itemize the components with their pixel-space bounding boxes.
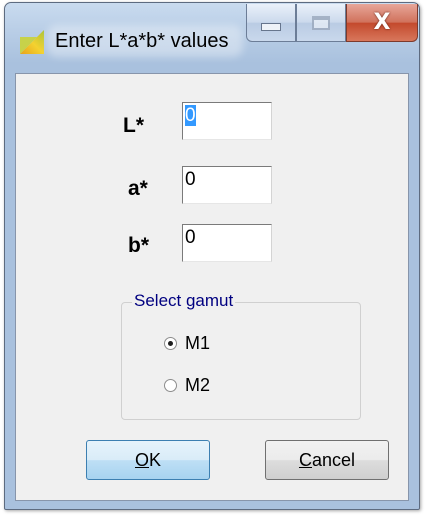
gamut-option-m2[interactable]: M2 [164, 375, 210, 396]
ok-button[interactable]: OK [86, 440, 210, 480]
window-title: Enter L*a*b* values [55, 30, 229, 52]
gamut-option-m1-label: M1 [185, 333, 211, 353]
gamut-group-title: Select gamut [132, 291, 236, 311]
b-star-label: b* [128, 234, 149, 257]
maximize-button[interactable] [296, 4, 346, 42]
gamut-groupbox: Select gamut M1 M2 [121, 291, 361, 420]
dialog-client-area: L* 0 a* 0 b* 0 Select gamut M1 M2 OK C a… [15, 73, 409, 501]
b-star-input[interactable]: 0 [182, 224, 272, 262]
a-star-label: a* [128, 177, 148, 200]
caption-buttons: X [246, 4, 418, 42]
radio-button-m1[interactable] [164, 337, 177, 350]
dialog-window: Enter L*a*b* values X L* 0 a* 0 b* 0 Sel… [4, 2, 420, 510]
gamut-option-m1[interactable]: M1 [164, 333, 210, 354]
close-icon: X [373, 10, 391, 35]
minimize-button[interactable] [246, 4, 296, 42]
maximize-icon [312, 15, 330, 30]
title-bar[interactable]: Enter L*a*b* values X [5, 3, 419, 73]
cancel-button[interactable]: Cancel [265, 440, 389, 480]
app-icon [20, 30, 44, 54]
a-star-input[interactable]: 0 [182, 166, 272, 204]
close-button[interactable]: X [346, 4, 418, 42]
l-star-input[interactable]: 0 [182, 102, 272, 140]
gamut-option-m2-label: M2 [185, 375, 211, 395]
radio-button-m2[interactable] [164, 379, 177, 392]
l-star-label: L* [123, 114, 144, 137]
minimize-icon [261, 22, 281, 31]
radio-selected-dot [168, 341, 173, 346]
